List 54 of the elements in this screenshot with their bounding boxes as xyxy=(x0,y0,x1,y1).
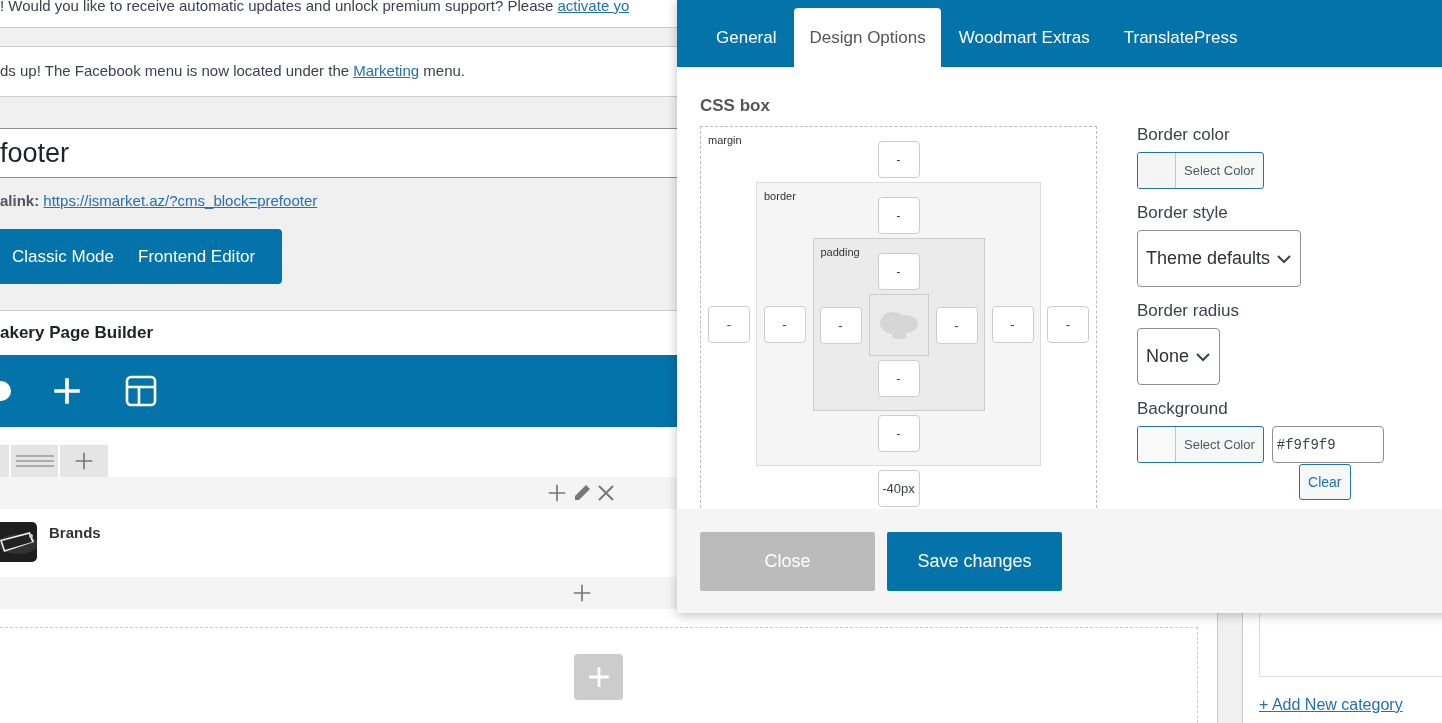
add-category-link[interactable]: + Add New category xyxy=(1259,693,1442,717)
spacing-input[interactable]: - xyxy=(819,306,862,344)
box-label: border xyxy=(764,189,796,203)
spacing-input[interactable]: - xyxy=(877,197,920,234)
select-dropdown[interactable]: Theme defaults xyxy=(1137,230,1302,287)
select-dropdown[interactable]: None xyxy=(1137,328,1221,385)
builder-title: akery Page Builder xyxy=(0,322,154,345)
add-row-button[interactable] xyxy=(574,654,623,700)
spacing-input[interactable]: - xyxy=(877,253,920,290)
add-element-icon[interactable] xyxy=(571,582,593,604)
drag-handle-icon[interactable] xyxy=(15,454,54,468)
modal-tab[interactable]: Design Options xyxy=(794,8,941,67)
field-label: Border radius xyxy=(1137,301,1240,321)
box-label: margin xyxy=(708,133,742,147)
permalink-link[interactable]: https://ismarket.az/?cms_block=prefooter xyxy=(43,192,318,209)
plus-icon[interactable] xyxy=(546,482,568,504)
spacing-input[interactable]: - xyxy=(991,306,1034,343)
section-title: CSS box xyxy=(700,95,771,117)
clear-button[interactable]: Clear xyxy=(1299,464,1351,500)
spacing-input[interactable]: - xyxy=(877,141,920,178)
chevron-down-icon xyxy=(1276,253,1293,264)
box-label: padding xyxy=(820,245,860,259)
editor-mode-button[interactable]: Frontend Editor xyxy=(126,229,268,284)
field-label: Border style xyxy=(1137,203,1228,223)
select-color-button[interactable]: Select Color xyxy=(1137,426,1264,463)
field-label: Background xyxy=(1137,399,1228,419)
modal-tab[interactable]: TranslatePress xyxy=(1107,8,1254,67)
pencil-icon[interactable] xyxy=(572,483,592,503)
spacing-input[interactable]: - xyxy=(708,305,750,343)
layout-icon[interactable] xyxy=(125,375,157,407)
row-tab[interactable] xyxy=(11,445,58,477)
spacing-input[interactable]: - xyxy=(877,360,920,397)
color-swatch xyxy=(1138,427,1176,462)
notice-text: ds up! The Facebook menu is now located under the Marketing menu. xyxy=(0,61,465,82)
spacing-input[interactable]: - xyxy=(1047,305,1089,343)
save-button[interactable]: Save changes xyxy=(887,532,1062,591)
color-swatch xyxy=(1138,153,1176,188)
notice-text: ! Would you like to receive automatic updates and unlock premium support? Please activate yo xyxy=(0,0,630,16)
spacing-input[interactable]: - xyxy=(877,415,920,452)
row-tab[interactable] xyxy=(60,445,108,477)
chevron-down-icon xyxy=(1195,351,1212,362)
activate-link[interactable]: activate yo xyxy=(557,0,630,14)
close-icon[interactable] xyxy=(596,483,616,503)
element-title: Brands xyxy=(49,523,101,543)
modal-tab[interactable]: Woodmart Extras xyxy=(942,8,1106,67)
hex-input[interactable]: #f9f9f9 xyxy=(1271,426,1384,463)
spacing-input[interactable]: - xyxy=(763,306,806,343)
marketing-link[interactable]: Marketing xyxy=(353,62,420,80)
editor-mode-button[interactable]: Classic Mode xyxy=(0,229,127,284)
spacing-input[interactable]: -40px xyxy=(877,470,920,507)
spacing-input[interactable]: - xyxy=(935,306,978,344)
plus-icon[interactable] xyxy=(73,450,95,472)
select-color-button[interactable]: Select Color xyxy=(1137,152,1264,189)
modal-tab[interactable]: General xyxy=(700,8,793,67)
